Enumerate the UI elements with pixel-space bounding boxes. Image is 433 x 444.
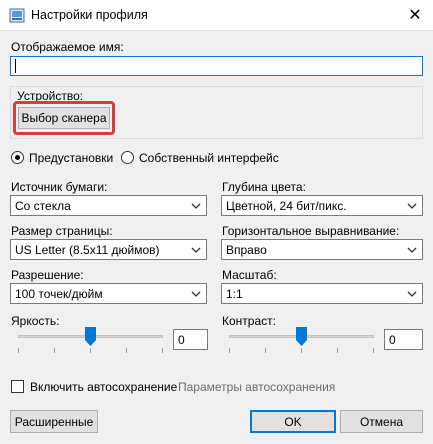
color-depth-label: Глубина цвета: bbox=[222, 180, 306, 194]
presets-label[interactable]: Предустановки bbox=[29, 151, 113, 165]
custom-ui-radio[interactable] bbox=[121, 151, 134, 164]
contrast-slider-thumb[interactable] bbox=[296, 327, 307, 346]
paper-source-value: Со стекла bbox=[15, 198, 71, 213]
advanced-button[interactable]: Расширенные bbox=[10, 410, 98, 433]
horizontal-align-select[interactable]: Вправо bbox=[221, 239, 423, 260]
slider-tick bbox=[18, 348, 19, 353]
page-size-select[interactable]: US Letter (8.5x11 дюймов) bbox=[10, 239, 207, 260]
chevron-down-icon bbox=[191, 203, 201, 209]
slider-tick bbox=[90, 348, 91, 353]
text-caret bbox=[15, 59, 16, 73]
ok-button-label: OK bbox=[284, 414, 302, 429]
resolution-value: 100 точек/дюйм bbox=[15, 286, 103, 301]
window-title: Настройки профиля bbox=[31, 8, 148, 22]
chevron-down-icon bbox=[407, 291, 417, 297]
slider-tick bbox=[162, 348, 163, 353]
chevron-down-icon bbox=[407, 203, 417, 209]
scanner-profile-icon bbox=[9, 8, 25, 23]
paper-source-label: Источник бумаги: bbox=[11, 180, 108, 194]
slider-tick bbox=[54, 348, 55, 353]
ok-button[interactable]: OK bbox=[250, 410, 336, 433]
display-name-input[interactable] bbox=[10, 56, 423, 76]
advanced-button-label: Расширенные bbox=[14, 414, 94, 429]
brightness-value-input[interactable] bbox=[173, 329, 208, 350]
presets-radio[interactable] bbox=[11, 151, 24, 164]
display-name-label: Отображаемое имя: bbox=[11, 40, 124, 54]
cancel-button[interactable]: Отмена bbox=[340, 410, 423, 433]
slider-tick bbox=[229, 348, 230, 353]
autosave-label[interactable]: Включить автосохранение bbox=[30, 380, 177, 394]
horizontal-align-label: Горизонтальное выравнивание: bbox=[222, 224, 400, 238]
slider-tick bbox=[301, 348, 302, 353]
brightness-slider-thumb[interactable] bbox=[85, 327, 96, 346]
autosave-checkbox[interactable] bbox=[11, 380, 24, 393]
slider-tick bbox=[337, 348, 338, 353]
autosave-settings-link[interactable]: Параметры автосохранения bbox=[178, 380, 335, 394]
close-icon: ✕ bbox=[408, 7, 422, 24]
resolution-label: Разрешение: bbox=[11, 268, 84, 282]
chevron-down-icon bbox=[191, 291, 201, 297]
chevron-down-icon bbox=[407, 247, 417, 253]
scale-value: 1:1 bbox=[226, 286, 243, 301]
resolution-select[interactable]: 100 точек/дюйм bbox=[10, 283, 207, 304]
slider-tick bbox=[126, 348, 127, 353]
horizontal-align-value: Вправо bbox=[226, 242, 267, 257]
slider-tick bbox=[373, 348, 374, 353]
page-size-value: US Letter (8.5x11 дюймов) bbox=[15, 242, 160, 257]
cancel-button-label: Отмена bbox=[359, 414, 404, 429]
chevron-down-icon bbox=[191, 247, 201, 253]
contrast-value-input[interactable] bbox=[384, 329, 423, 350]
color-depth-value: Цветной, 24 бит/пикс. bbox=[226, 198, 347, 213]
scale-label: Масштаб: bbox=[222, 268, 277, 282]
color-depth-select[interactable]: Цветной, 24 бит/пикс. bbox=[221, 195, 423, 216]
close-button[interactable]: ✕ bbox=[397, 0, 433, 30]
scale-select[interactable]: 1:1 bbox=[221, 283, 423, 304]
slider-tick bbox=[265, 348, 266, 353]
contrast-label: Контраст: bbox=[222, 314, 276, 328]
highlight-box bbox=[13, 101, 115, 135]
radio-selected-dot bbox=[15, 155, 20, 160]
custom-ui-label[interactable]: Собственный интерфейс bbox=[139, 151, 279, 165]
paper-source-select[interactable]: Со стекла bbox=[10, 195, 207, 216]
brightness-label: Яркость: bbox=[11, 314, 60, 328]
page-size-label: Размер страницы: bbox=[11, 224, 113, 238]
